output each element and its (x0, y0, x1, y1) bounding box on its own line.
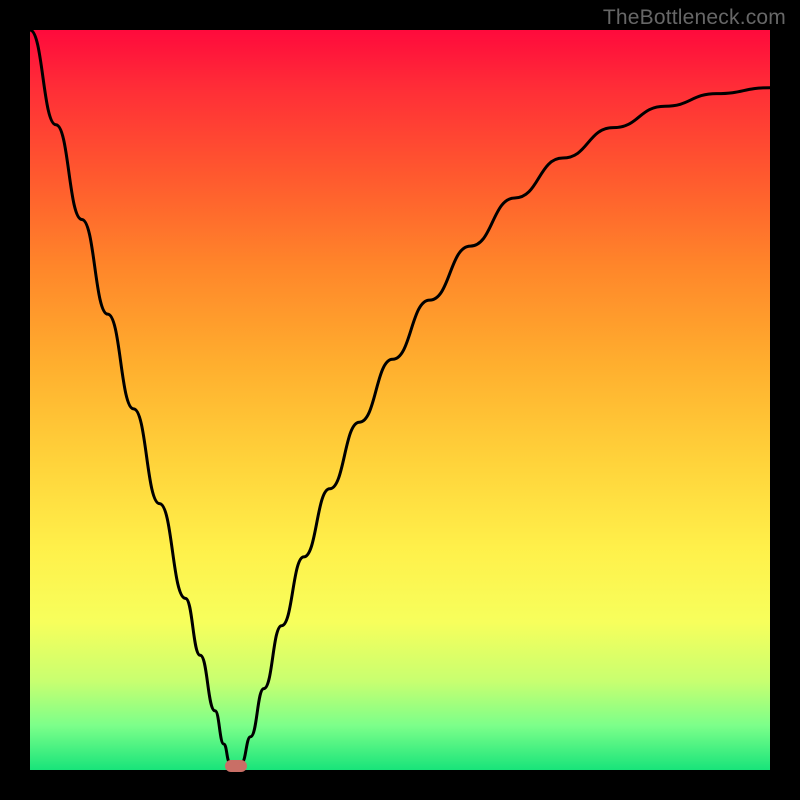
optimal-marker (225, 760, 247, 772)
bottleneck-curve-path (30, 30, 770, 770)
watermark-text: TheBottleneck.com (603, 6, 786, 30)
plot-area (30, 30, 770, 770)
chart-stage: TheBottleneck.com (0, 0, 800, 800)
curve-svg (30, 30, 770, 770)
